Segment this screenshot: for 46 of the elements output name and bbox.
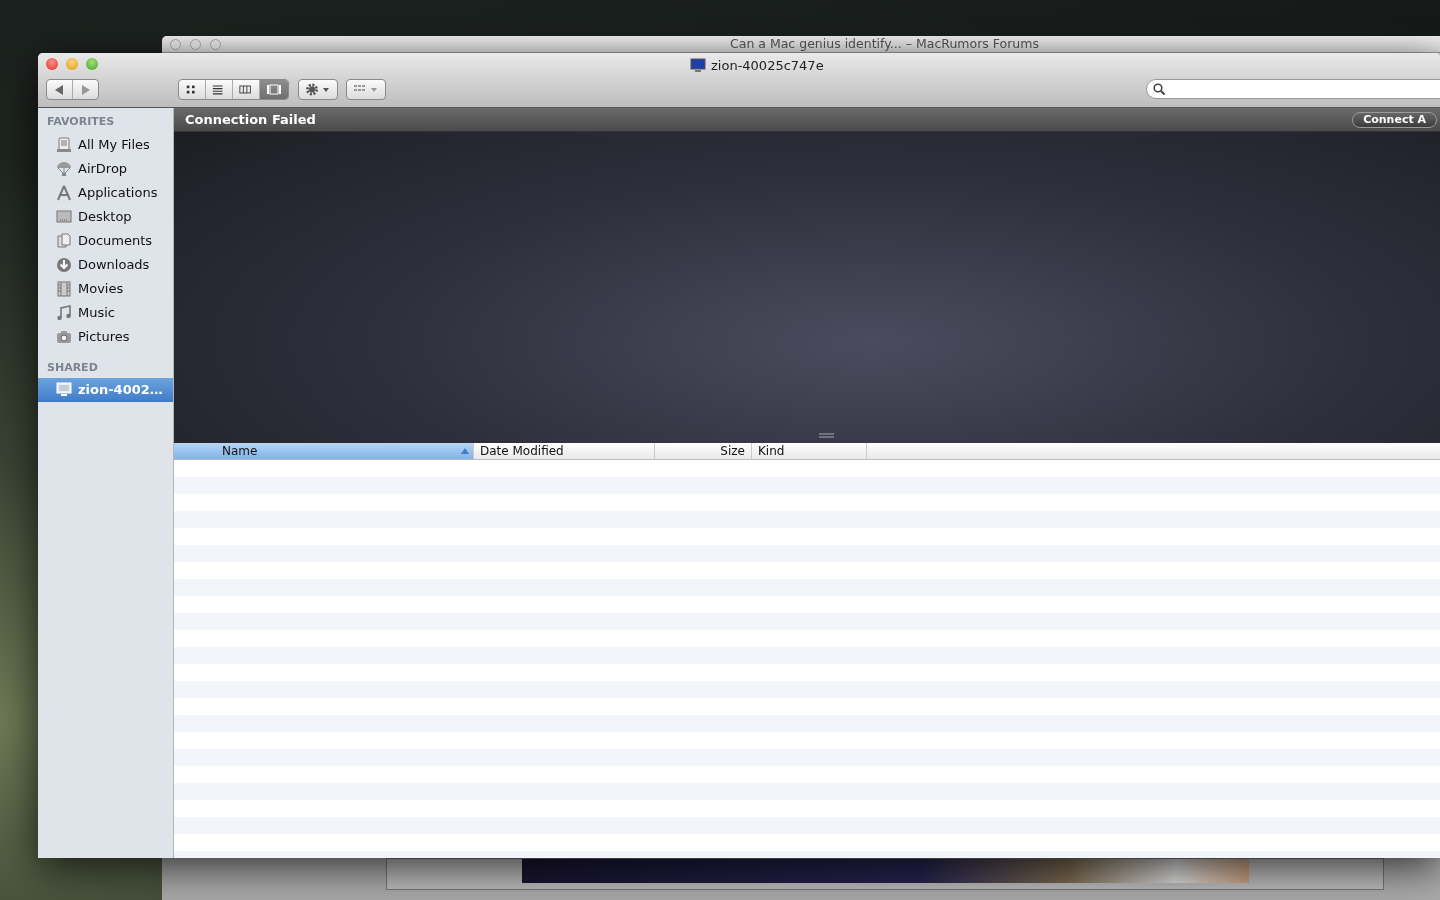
sidebar-item[interactable]: Applications <box>38 180 173 205</box>
download-icon <box>56 256 72 273</box>
sidebar-item[interactable]: Movies <box>38 276 173 301</box>
zoom-button[interactable] <box>86 58 98 70</box>
column-header[interactable]: Name <box>174 443 474 459</box>
window-button[interactable] <box>190 38 201 50</box>
window-button[interactable] <box>170 38 181 50</box>
window-title: zion-40025c747e <box>711 57 824 75</box>
column-header[interactable]: Size <box>655 443 752 459</box>
list-icon <box>212 84 226 95</box>
window-title: Can a Mac genius identify... – MacRumors Forums <box>730 34 1039 53</box>
connect-button[interactable]: Connect A <box>1352 112 1437 128</box>
forward-icon <box>80 84 90 95</box>
coverflow-icon <box>266 84 282 95</box>
document-stack-icon <box>56 136 72 153</box>
computer-icon <box>690 58 706 74</box>
sidebar-item[interactable]: Desktop <box>38 204 173 229</box>
sidebar-item[interactable]: Downloads <box>38 252 173 277</box>
sidebar-item[interactable]: Pictures <box>38 324 173 349</box>
column-header[interactable]: Date Modified <box>474 443 655 459</box>
column-header[interactable]: Kind <box>752 443 867 459</box>
music-note-icon <box>56 304 72 321</box>
back-icon <box>54 84 64 95</box>
sort-arrow-icon <box>461 448 469 454</box>
resize-handle[interactable] <box>819 433 834 438</box>
sidebar-item[interactable]: All My Files <box>38 132 173 157</box>
search-icon <box>1153 83 1165 95</box>
film-icon <box>56 280 72 297</box>
documents-icon <box>56 232 72 249</box>
sidebar-heading: SHARED <box>46 359 99 376</box>
gear-icon <box>305 83 331 96</box>
status-text: Connection Failed <box>185 110 316 129</box>
camera-icon <box>56 328 72 345</box>
close-button[interactable] <box>46 58 58 70</box>
monitor-icon <box>56 208 72 225</box>
cover-flow-button[interactable] <box>260 80 288 99</box>
monitor-icon <box>56 382 72 398</box>
parachute-icon <box>56 160 72 177</box>
search-field[interactable] <box>1146 79 1440 99</box>
sidebar-heading: FAVORITES <box>46 114 116 130</box>
sidebar-item[interactable]: Documents <box>38 228 173 253</box>
sidebar-item[interactable]: Music <box>38 300 173 325</box>
columns-icon <box>239 84 253 95</box>
minimize-button[interactable] <box>66 58 78 70</box>
sidebar-item[interactable]: AirDrop <box>38 156 173 181</box>
window-button[interactable] <box>210 38 221 50</box>
